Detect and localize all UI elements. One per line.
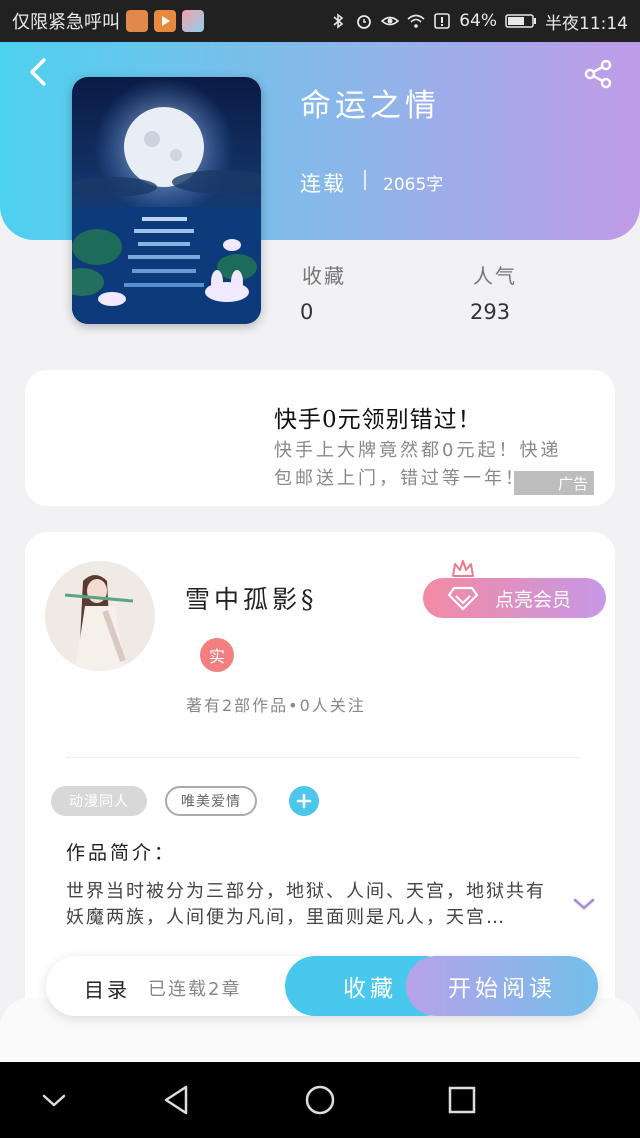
eye-icon — [381, 16, 400, 26]
tag-chip[interactable]: 动漫同人 — [51, 786, 147, 816]
back-triangle-icon[interactable] — [160, 1082, 196, 1118]
popularity-label: 人气 — [473, 264, 517, 288]
vip-button-label: 点亮会员 — [495, 588, 572, 611]
tag-chip[interactable]: 唯美爱情 — [165, 786, 257, 816]
toc-button[interactable]: 目录 — [84, 974, 130, 1003]
battery-percent: 64% — [459, 11, 497, 31]
serial-status: 连载 — [300, 172, 346, 196]
clock: 半夜11:14 — [545, 13, 628, 34]
battery-icon — [505, 14, 536, 28]
popularity-value: 293 — [470, 300, 511, 324]
bluetooth-icon — [333, 13, 344, 29]
status-divider — [364, 170, 366, 190]
share-icon[interactable] — [582, 58, 614, 90]
book-title: 命运之情 — [300, 88, 440, 124]
crown-icon — [452, 560, 474, 577]
plus-icon — [296, 793, 312, 809]
author-works-meta: 著有2部作品•0人关注 — [186, 696, 366, 715]
back-arrow-icon[interactable] — [24, 56, 52, 88]
author-avatar[interactable] — [45, 561, 155, 671]
home-circle-icon[interactable] — [302, 1082, 338, 1118]
intro-text: 世界当时被分为三部分，地狱、人间、天宫，地狱共有妖魔两族，人间便为凡间，里面则是… — [66, 881, 546, 928]
alarm-icon — [357, 15, 372, 29]
diamond-icon — [448, 586, 478, 611]
section-divider — [66, 757, 580, 758]
tag-label: 动漫同人 — [69, 794, 129, 810]
author-name[interactable]: 雪中孤影§ — [185, 580, 318, 616]
alert-icon — [434, 13, 451, 29]
video-app-icon — [154, 10, 176, 32]
tag-label: 唯美爱情 — [181, 794, 241, 810]
wifi-icon — [407, 14, 425, 28]
start-reading-button[interactable]: 开始阅读 — [406, 956, 598, 1016]
favorite-button-label: 收藏 — [343, 976, 397, 1002]
toc-status[interactable]: 已连载2章 — [148, 975, 241, 1001]
intro-heading: 作品简介： — [66, 842, 177, 864]
status-bar: 仅限紧急呼叫 64% 半夜11:14 — [0, 0, 640, 42]
favorites-label: 收藏 — [302, 264, 346, 288]
recent-apps-square-icon[interactable] — [444, 1082, 480, 1118]
start-reading-label: 开始阅读 — [448, 976, 556, 1002]
chevron-down-icon[interactable] — [572, 896, 596, 912]
ad-badge: 广告 — [514, 471, 594, 495]
verified-label: 实 — [208, 647, 225, 666]
squirrel-app-icon — [126, 10, 148, 32]
ad-title[interactable]: 快手0元领别错过！ — [274, 400, 482, 434]
hide-nav-chevron-icon[interactable] — [36, 1082, 72, 1118]
ad-badge-label: 广告 — [557, 474, 588, 493]
carrier-text: 仅限紧急呼叫 — [12, 12, 120, 33]
grid-app-icon — [182, 10, 204, 32]
book-cover-image[interactable] — [72, 77, 261, 324]
word-count: 2065字 — [383, 175, 444, 195]
favorites-value: 0 — [300, 300, 314, 324]
verified-badge: 实 — [200, 638, 234, 672]
add-tag-button[interactable] — [289, 786, 319, 816]
